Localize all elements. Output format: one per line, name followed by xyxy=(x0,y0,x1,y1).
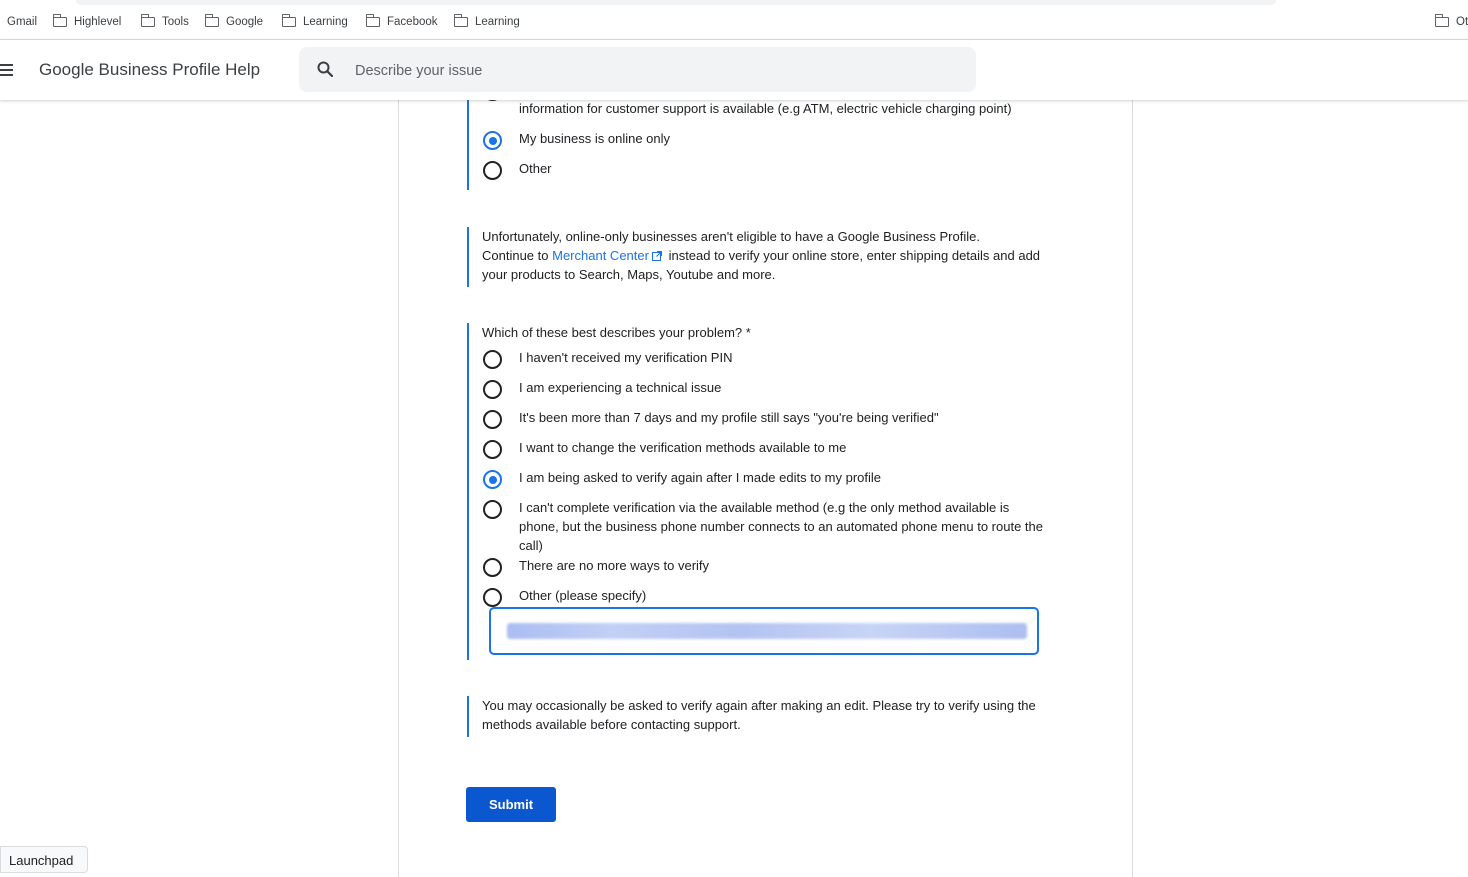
radio-button[interactable] xyxy=(483,500,502,519)
radio-option[interactable]: It's been more than 7 days and my profil… xyxy=(483,408,1049,429)
radio-option[interactable]: I am being asked to verify again after I… xyxy=(483,468,1049,489)
bookmark-learning[interactable]: Learning xyxy=(281,14,348,30)
radio-label: I want to change the verification method… xyxy=(519,440,847,455)
radio-option[interactable]: I haven't received my verification PIN xyxy=(483,348,1049,369)
site-title[interactable]: Google Business Profile Help xyxy=(39,60,260,80)
bookmark-label: Highlevel xyxy=(74,16,122,28)
launchpad-button[interactable]: Launchpad xyxy=(0,846,88,873)
radio-button[interactable] xyxy=(483,161,502,180)
ineligible-notice: Unfortunately, online-only businesses ar… xyxy=(467,227,1042,287)
radio-option[interactable]: My business is online only xyxy=(483,129,1049,150)
submit-button[interactable]: Submit xyxy=(466,787,556,822)
radio-label: I am being asked to verify again after I… xyxy=(519,470,882,485)
bookmark-learning-2[interactable]: Learning xyxy=(453,14,520,30)
info-text: You may occasionally be asked to verify … xyxy=(482,698,1036,732)
folder-icon xyxy=(204,14,219,27)
search-icon[interactable] xyxy=(317,61,333,77)
radio-button[interactable] xyxy=(483,558,502,577)
bookmark-google[interactable]: Google xyxy=(204,14,264,30)
folder-icon xyxy=(52,14,67,27)
bookmark-highlevel[interactable]: Highlevel xyxy=(52,14,122,30)
notice-prefix: Continue to xyxy=(482,248,549,263)
bookmark-label: Learning xyxy=(475,16,520,28)
bookmark-label: Learning xyxy=(303,16,348,28)
radio-option[interactable]: There are no more ways to verify xyxy=(483,556,1049,577)
radio-option[interactable]: I am experiencing a technical issue xyxy=(483,378,1049,399)
bookmark-label: Tools xyxy=(162,16,189,28)
bookmarks-bar: Gmail Highlevel Tools Google Learning Fa… xyxy=(0,0,1468,40)
redacted-text xyxy=(507,623,1027,639)
radio-label: I haven't received my verification PIN xyxy=(519,350,733,365)
folder-icon xyxy=(140,14,155,27)
radio-button[interactable] xyxy=(483,588,502,607)
radio-option[interactable]: Other (please specify) xyxy=(483,586,1049,607)
bookmark-label: Gmail xyxy=(7,16,38,28)
radio-option[interactable]: I want to change the verification method… xyxy=(483,438,1049,459)
radio-button[interactable] xyxy=(483,350,502,369)
search-box[interactable] xyxy=(299,47,976,92)
merchant-center-link[interactable]: Merchant Center xyxy=(552,248,665,263)
address-bar-edge xyxy=(76,0,1276,5)
help-center-header: Google Business Profile Help xyxy=(0,40,1468,100)
verification-info: You may occasionally be asked to verify … xyxy=(467,696,1042,737)
radio-label: I can't complete verification via the av… xyxy=(519,500,1043,553)
radio-label: My business is online only xyxy=(519,131,671,146)
radio-option[interactable]: I can't complete verification via the av… xyxy=(483,498,1049,555)
folder-icon xyxy=(281,14,296,27)
bookmark-label: Ot xyxy=(1456,16,1468,28)
radio-label: Other xyxy=(519,161,552,176)
radio-label: It's been more than 7 days and my profil… xyxy=(519,410,939,425)
problem-question: Which of these best describes your probl… xyxy=(467,323,1069,660)
contact-form: My business is an unstaffed facility whe… xyxy=(398,80,1133,877)
link-text: Merchant Center xyxy=(552,248,649,263)
notice-continue: Continue to Merchant Center instead to v… xyxy=(482,246,1042,284)
external-link-icon xyxy=(651,251,662,261)
bookmark-other[interactable]: Ot xyxy=(1434,14,1468,30)
radio-label: There are no more ways to verify xyxy=(519,558,710,573)
notice-line: Unfortunately, online-only businesses ar… xyxy=(482,229,980,244)
radio-option[interactable]: Other xyxy=(483,159,1049,180)
radio-button[interactable] xyxy=(483,380,502,399)
bookmark-facebook[interactable]: Facebook xyxy=(365,14,438,30)
bookmark-gmail[interactable]: Gmail xyxy=(7,14,37,30)
bookmark-tools[interactable]: Tools xyxy=(140,14,189,30)
radio-label: I am experiencing a technical issue xyxy=(519,380,722,395)
folder-icon xyxy=(1434,14,1449,27)
menu-icon[interactable] xyxy=(0,64,13,76)
folder-icon xyxy=(365,14,380,27)
radio-button-checked[interactable] xyxy=(483,470,502,489)
radio-button[interactable] xyxy=(483,440,502,459)
radio-button-checked[interactable] xyxy=(483,131,502,150)
radio-button[interactable] xyxy=(483,410,502,429)
search-input[interactable] xyxy=(353,59,957,83)
bookmark-label: Google xyxy=(226,16,264,28)
other-specify-input[interactable] xyxy=(489,607,1039,655)
question-prompt: Which of these best describes your probl… xyxy=(482,325,751,340)
radio-label: Other (please specify) xyxy=(519,588,647,603)
bookmark-label: Facebook xyxy=(387,16,438,28)
folder-icon xyxy=(453,14,468,27)
